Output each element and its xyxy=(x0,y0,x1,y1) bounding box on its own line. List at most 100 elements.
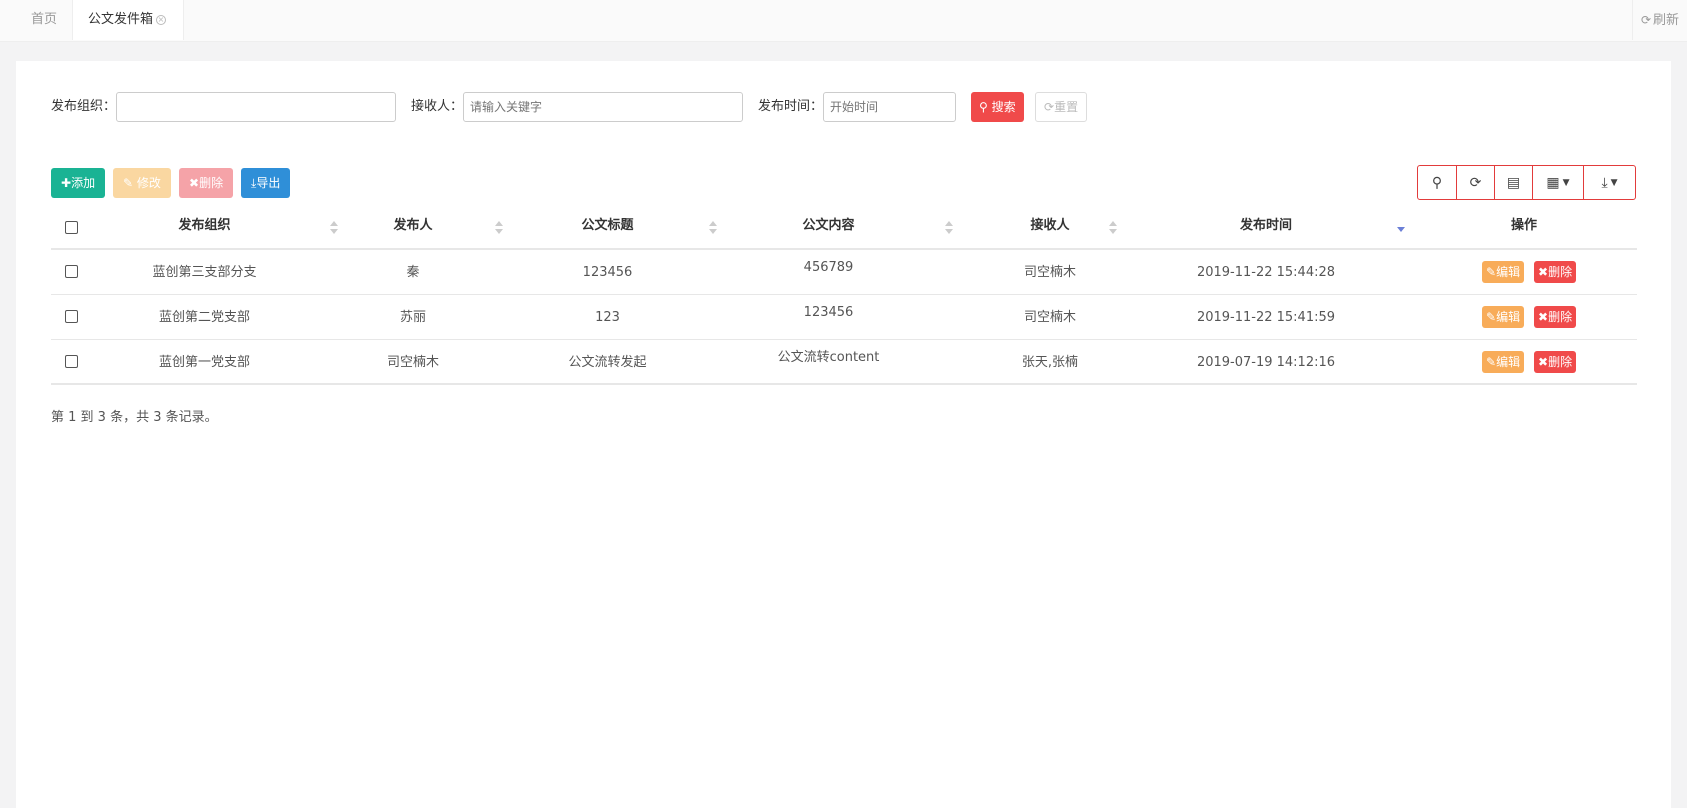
table-tools: ⚲ ⟳ ▤ ▦ ▼ ⤓ ▼ xyxy=(1417,165,1636,200)
toggle-search-button[interactable]: ⚲ xyxy=(1418,166,1457,199)
reset-button-label: 重置 xyxy=(1054,100,1079,114)
tab-home[interactable]: 首页 xyxy=(16,0,73,40)
row-checkbox[interactable] xyxy=(65,310,78,323)
export-button[interactable]: ⤓导出 xyxy=(241,168,291,198)
row-delete-button[interactable]: ✖删除 xyxy=(1534,351,1577,373)
grid-icon: ▦ xyxy=(1546,174,1560,191)
row-edit-label: 编辑 xyxy=(1496,355,1521,369)
row-delete-button[interactable]: ✖删除 xyxy=(1534,261,1577,283)
header-publisher[interactable]: 发布人 xyxy=(341,207,485,250)
table-row: 蓝创第一党支部 司空楠木 公文流转发起 公文流转content 张天,张楠 20… xyxy=(51,340,1637,385)
org-input[interactable] xyxy=(116,92,396,122)
pagination-info: 第 1 到 3 条，共 3 条记录。 xyxy=(51,410,218,425)
cell-org: 蓝创第三支部分支 xyxy=(152,265,257,280)
row-edit-label: 编辑 xyxy=(1496,310,1521,324)
close-icon: ✖ xyxy=(1538,355,1549,369)
cell-title: 123 xyxy=(595,310,620,325)
header-content[interactable]: 公文内容 xyxy=(717,207,940,250)
row-edit-button[interactable]: ✎编辑 xyxy=(1482,351,1525,373)
delete-button[interactable]: ✖删除 xyxy=(179,168,234,198)
reset-button[interactable]: ⟳重置 xyxy=(1035,92,1088,122)
edit-button-label: 修改 xyxy=(136,176,161,190)
cell-org: 蓝创第二党支部 xyxy=(158,310,250,325)
refresh-label: 刷新 xyxy=(1653,13,1680,28)
columns-button[interactable]: ▦ ▼ xyxy=(1533,166,1584,199)
row-checkbox[interactable] xyxy=(65,355,78,368)
tab-outbox-label: 公文发件箱 xyxy=(88,12,154,27)
plus-icon: ✚ xyxy=(61,176,72,190)
cell-content: 公文流转content xyxy=(777,350,880,365)
cell-title: 123456 xyxy=(582,265,633,280)
search-form: 发布组织： 接收人： 发布时间： ⚲ 搜索 ⟳重置 xyxy=(16,92,1671,122)
sort-icon[interactable] xyxy=(945,221,953,235)
close-icon: ✖ xyxy=(1538,310,1549,324)
sort-icon[interactable] xyxy=(1109,221,1117,235)
close-icon[interactable]: × xyxy=(156,14,167,25)
refresh-icon: ⟳ xyxy=(1640,13,1652,27)
row-delete-label: 删除 xyxy=(1548,265,1573,279)
main-panel: 发布组织： 接收人： 发布时间： ⚲ 搜索 ⟳重置 ✚添加 ✎ 修改 ✖删除 ⤓… xyxy=(16,61,1671,808)
reset-icon: ⟳ xyxy=(1044,100,1055,114)
cell-time: 2019-11-22 15:41:59 xyxy=(1196,310,1336,325)
row-edit-button[interactable]: ✎编辑 xyxy=(1482,306,1525,328)
export-button-label: 导出 xyxy=(256,176,281,190)
refresh-table-button[interactable]: ⟳ xyxy=(1457,166,1495,199)
table-row: 蓝创第二党支部 苏丽 123 123456 司空楠木 2019-11-22 15… xyxy=(51,295,1637,340)
header-title[interactable]: 公文标题 xyxy=(505,207,710,250)
close-icon: ✖ xyxy=(189,176,200,190)
time-label: 发布时间： xyxy=(758,99,824,114)
cell-content: 456789 xyxy=(803,260,854,275)
search-icon: ⚲ xyxy=(979,100,988,114)
table-header: 发布组织 发布人 公文标题 公文内容 接收人 发布时间 操作 xyxy=(51,207,1637,250)
edit-icon: ✎ xyxy=(123,176,134,190)
list-icon: ▤ xyxy=(1506,174,1521,191)
cell-org: 蓝创第一党支部 xyxy=(158,355,250,370)
cell-title: 公文流转发起 xyxy=(568,355,647,370)
row-delete-label: 删除 xyxy=(1548,310,1573,324)
receiver-input[interactable] xyxy=(463,92,743,122)
row-edit-button[interactable]: ✎编辑 xyxy=(1482,261,1525,283)
add-button-label: 添加 xyxy=(71,176,96,190)
outbox-table: 发布组织 发布人 公文标题 公文内容 接收人 发布时间 操作 蓝创第三支部分支 … xyxy=(51,207,1637,385)
sort-desc-icon[interactable] xyxy=(1397,219,1405,233)
table-row: 蓝创第三支部分支 秦 123456 456789 司空楠木 2019-11-22… xyxy=(51,250,1637,295)
refresh-button[interactable]: ⟳ 刷新 xyxy=(1632,0,1687,40)
cell-content: 123456 xyxy=(803,305,854,320)
download-icon: ⤓ xyxy=(1601,174,1608,191)
edit-icon: ✎ xyxy=(1486,310,1497,324)
sort-icon[interactable] xyxy=(330,221,338,235)
export-menu-button[interactable]: ⤓ ▼ xyxy=(1584,166,1635,199)
add-button[interactable]: ✚添加 xyxy=(51,168,106,198)
cell-time: 2019-07-19 14:12:16 xyxy=(1196,355,1336,370)
tab-home-label: 首页 xyxy=(31,12,58,27)
tab-outbox[interactable]: 公文发件箱 × xyxy=(73,0,184,40)
refresh-icon: ⟳ xyxy=(1469,174,1482,191)
sort-icon[interactable] xyxy=(709,221,717,235)
sort-icon[interactable] xyxy=(495,221,503,235)
org-label: 发布组织： xyxy=(51,99,117,114)
search-button[interactable]: ⚲ 搜索 xyxy=(971,92,1024,122)
search-icon: ⚲ xyxy=(1431,174,1443,191)
edit-button[interactable]: ✎ 修改 xyxy=(113,168,171,198)
header-actions: 操作 xyxy=(1510,218,1537,233)
search-button-label: 搜索 xyxy=(991,100,1016,114)
start-time-input[interactable] xyxy=(823,92,956,122)
caret-down-icon: ▼ xyxy=(1610,177,1618,188)
cell-publisher: 苏丽 xyxy=(399,310,426,325)
header-org[interactable]: 发布组织 xyxy=(101,207,308,250)
toggle-view-button[interactable]: ▤ xyxy=(1495,166,1533,199)
row-checkbox[interactable] xyxy=(65,265,78,278)
cell-receiver: 张天,张楠 xyxy=(1021,355,1079,370)
delete-button-label: 删除 xyxy=(199,176,224,190)
tab-bar: 首页 公文发件箱 × ⟳ 刷新 xyxy=(0,0,1687,42)
edit-icon: ✎ xyxy=(1486,355,1497,369)
cell-receiver: 司空楠木 xyxy=(1023,265,1076,280)
row-delete-label: 删除 xyxy=(1548,355,1573,369)
cell-time: 2019-11-22 15:44:28 xyxy=(1196,265,1336,280)
cell-receiver: 司空楠木 xyxy=(1023,310,1076,325)
select-all-checkbox[interactable] xyxy=(65,221,78,234)
header-time[interactable]: 发布时间 xyxy=(1151,207,1381,250)
caret-down-icon: ▼ xyxy=(1562,177,1570,188)
row-delete-button[interactable]: ✖删除 xyxy=(1534,306,1577,328)
row-edit-label: 编辑 xyxy=(1496,265,1521,279)
